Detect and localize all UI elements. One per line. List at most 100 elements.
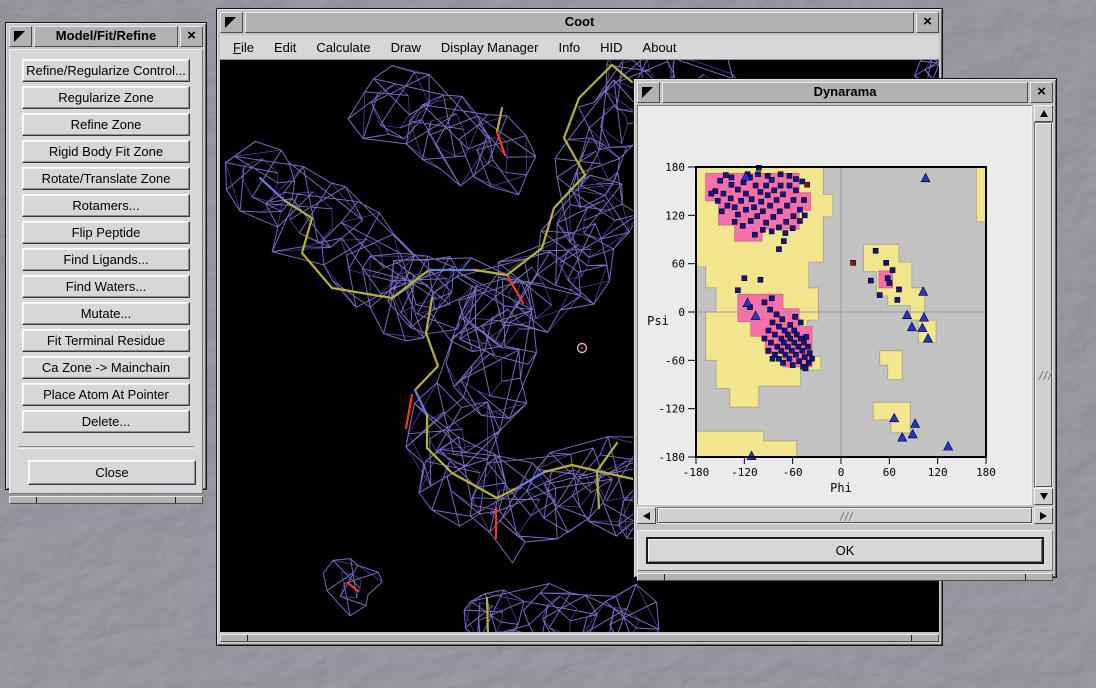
point-residues[interactable] [759, 199, 764, 204]
point-residues[interactable] [735, 187, 740, 192]
model-button-flip-peptide[interactable]: Flip Peptide [22, 221, 190, 244]
model-button-rotamers[interactable]: Rotamers... [22, 194, 190, 217]
point-residues[interactable] [721, 191, 726, 196]
point-residues[interactable] [725, 203, 730, 208]
point-outliers[interactable] [851, 260, 856, 265]
point-residues[interactable] [728, 196, 733, 201]
horizontal-scrollbar-trough[interactable] [657, 507, 1033, 524]
point-residues[interactable] [787, 173, 792, 178]
point-residues[interactable] [765, 193, 770, 198]
point-outliers[interactable] [805, 182, 810, 187]
point-residues[interactable] [752, 232, 757, 237]
model-button-regularize-zone[interactable]: Regularize Zone [22, 86, 190, 109]
point-residues[interactable] [735, 288, 740, 293]
point-residues[interactable] [793, 314, 798, 319]
menu-item-edit[interactable]: Edit [264, 36, 306, 59]
dynarama-titlebar[interactable]: Dynarama × [637, 82, 1053, 103]
point-residues[interactable] [755, 214, 760, 219]
point-residues[interactable] [810, 356, 815, 361]
vertical-scrollbar-trough[interactable] [1034, 122, 1053, 488]
point-residues[interactable] [800, 179, 805, 184]
point-residues[interactable] [805, 344, 810, 349]
menu-item-about[interactable]: About [633, 36, 687, 59]
model-button-refine-zone[interactable]: Refine Zone [22, 113, 190, 136]
point-residues[interactable] [783, 231, 788, 236]
point-residues[interactable] [801, 198, 806, 203]
point-residues[interactable] [798, 320, 803, 325]
model-button-rigid-body-fit-zone[interactable]: Rigid Body Fit Zone [22, 140, 190, 163]
point-residues[interactable] [774, 312, 779, 317]
point-residues[interactable] [884, 260, 889, 265]
model-button-delete[interactable]: Delete... [22, 410, 190, 433]
point-residues[interactable] [772, 332, 777, 337]
point-residues[interactable] [778, 172, 783, 177]
scroll-up-button[interactable] [1034, 105, 1053, 122]
point-residues[interactable] [807, 351, 812, 356]
point-residues[interactable] [723, 173, 728, 178]
horizontal-scrollbar[interactable] [637, 507, 1053, 524]
model-button-ca-zone-mainchain[interactable]: Ca Zone -> Mainchain [22, 356, 190, 379]
point-residues[interactable] [762, 336, 767, 341]
point-residues[interactable] [768, 307, 773, 312]
coot-titlebar[interactable]: Coot × [220, 12, 939, 33]
point-residues[interactable] [793, 177, 798, 182]
point-residues[interactable] [774, 198, 779, 203]
point-residues[interactable] [762, 300, 767, 305]
menu-item-draw[interactable]: Draw [381, 36, 431, 59]
point-residues[interactable] [897, 287, 902, 292]
point-residues[interactable] [797, 218, 802, 223]
point-residues[interactable] [793, 352, 798, 357]
model-button-fit-terminal-residue[interactable]: Fit Terminal Residue [22, 329, 190, 352]
point-residues[interactable] [764, 183, 769, 188]
point-residues[interactable] [743, 207, 748, 212]
point-residues[interactable] [802, 355, 807, 360]
point-residues[interactable] [787, 356, 792, 361]
point-residues[interactable] [781, 360, 786, 365]
point-residues[interactable] [776, 324, 781, 329]
point-residues[interactable] [772, 188, 777, 193]
point-residues[interactable] [729, 182, 734, 187]
point-residues[interactable] [756, 172, 761, 177]
point-residues[interactable] [791, 214, 796, 219]
point-residues[interactable] [770, 320, 775, 325]
point-residues[interactable] [790, 226, 795, 231]
point-residues[interactable] [758, 277, 763, 282]
point-residues[interactable] [877, 293, 882, 298]
point-residues[interactable] [768, 203, 773, 208]
point-residues[interactable] [719, 209, 724, 214]
model-resize-grip[interactable] [9, 496, 203, 504]
point-residues[interactable] [868, 278, 873, 283]
point-residues[interactable] [873, 248, 878, 253]
point-residues[interactable] [740, 223, 745, 228]
ok-button[interactable]: OK [646, 537, 1044, 564]
point-residues[interactable] [895, 297, 900, 302]
point-residues[interactable] [715, 198, 720, 203]
point-residues[interactable] [732, 219, 737, 224]
point-residues[interactable] [781, 239, 786, 244]
point-residues[interactable] [797, 359, 802, 364]
point-residues[interactable] [758, 189, 763, 194]
model-button-mutate[interactable]: Mutate... [22, 302, 190, 325]
point-residues[interactable] [768, 340, 773, 345]
point-residues[interactable] [766, 328, 771, 333]
point-residues[interactable] [885, 276, 890, 281]
model-button-find-ligands[interactable]: Find Ligands... [22, 248, 190, 271]
point-residues[interactable] [742, 276, 747, 281]
point-residues[interactable] [766, 348, 771, 353]
point-residues[interactable] [800, 348, 805, 353]
point-residues[interactable] [769, 229, 774, 234]
window-menu-button[interactable] [9, 26, 32, 47]
point-residues[interactable] [770, 356, 775, 361]
point-residues[interactable] [781, 192, 786, 197]
point-residues[interactable] [890, 268, 895, 273]
point-residues[interactable] [764, 220, 769, 225]
point-residues[interactable] [804, 334, 809, 339]
point-residues[interactable] [780, 317, 785, 322]
point-residues[interactable] [887, 281, 892, 286]
model-button-find-waters[interactable]: Find Waters... [22, 275, 190, 298]
scroll-left-button[interactable] [637, 507, 656, 524]
point-residues[interactable] [749, 197, 754, 202]
ramachandran-plot[interactable]: -180-120-60060120180-180-120-60060120180… [638, 106, 1032, 504]
menu-item-file[interactable]: File [223, 36, 264, 59]
coot-resize-grip[interactable] [220, 634, 939, 642]
